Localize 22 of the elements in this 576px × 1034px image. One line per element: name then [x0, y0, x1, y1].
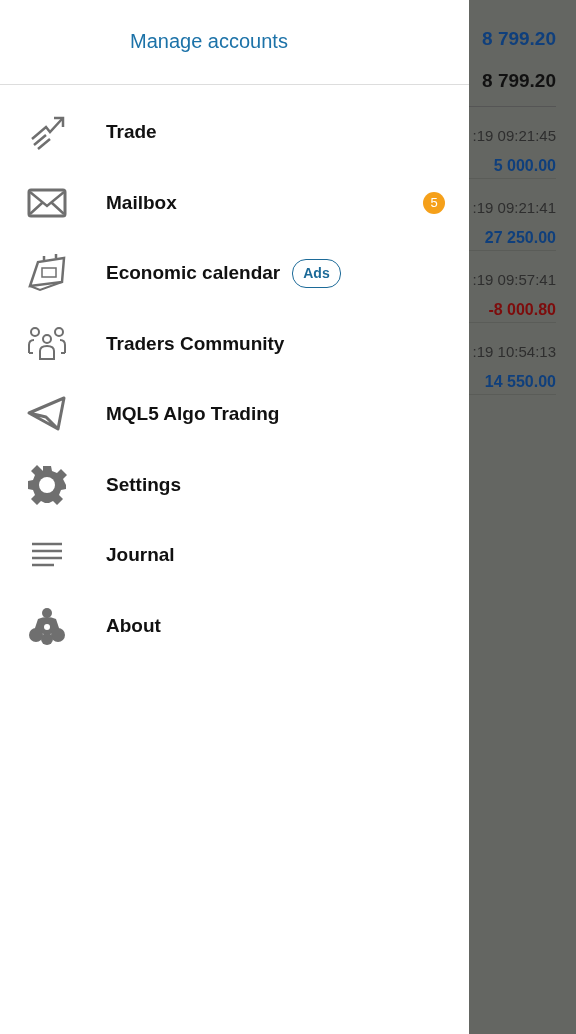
balance-value: 8 799.20: [482, 71, 556, 90]
menu-item[interactable]: Settings: [0, 449, 469, 520]
settings-icon: [26, 463, 68, 506]
deal-amount: 14 550.00: [484, 374, 556, 390]
ads-tag: Ads: [292, 258, 341, 288]
menu-item[interactable]: Mailbox 5: [0, 167, 469, 238]
deal-time: :19 10:54:13: [472, 344, 556, 359]
menu-item[interactable]: Traders Community: [0, 308, 469, 379]
deal-amount: -8 000.80: [488, 302, 556, 318]
manage-accounts-link[interactable]: Manage accounts: [130, 30, 288, 52]
menu-item[interactable]: Trade: [0, 97, 469, 168]
deal-time: :19 09:57:41: [472, 272, 556, 287]
deal-time: :19 09:21:45: [472, 128, 556, 143]
menu-item[interactable]: Journal: [0, 520, 469, 591]
deal-amount: 27 250.00: [484, 230, 556, 246]
menu-item[interactable]: About: [0, 590, 469, 661]
menu-item[interactable]: Economic calendar Ads: [0, 238, 469, 309]
menu-item[interactable]: MQL5 Algo Trading: [0, 379, 469, 450]
deal-amount: 5 000.00: [493, 158, 556, 174]
unread-count-badge: 5: [423, 191, 445, 214]
balance-value: 8 799.20: [482, 29, 556, 48]
deal-time: :19 09:21:41: [472, 200, 556, 215]
